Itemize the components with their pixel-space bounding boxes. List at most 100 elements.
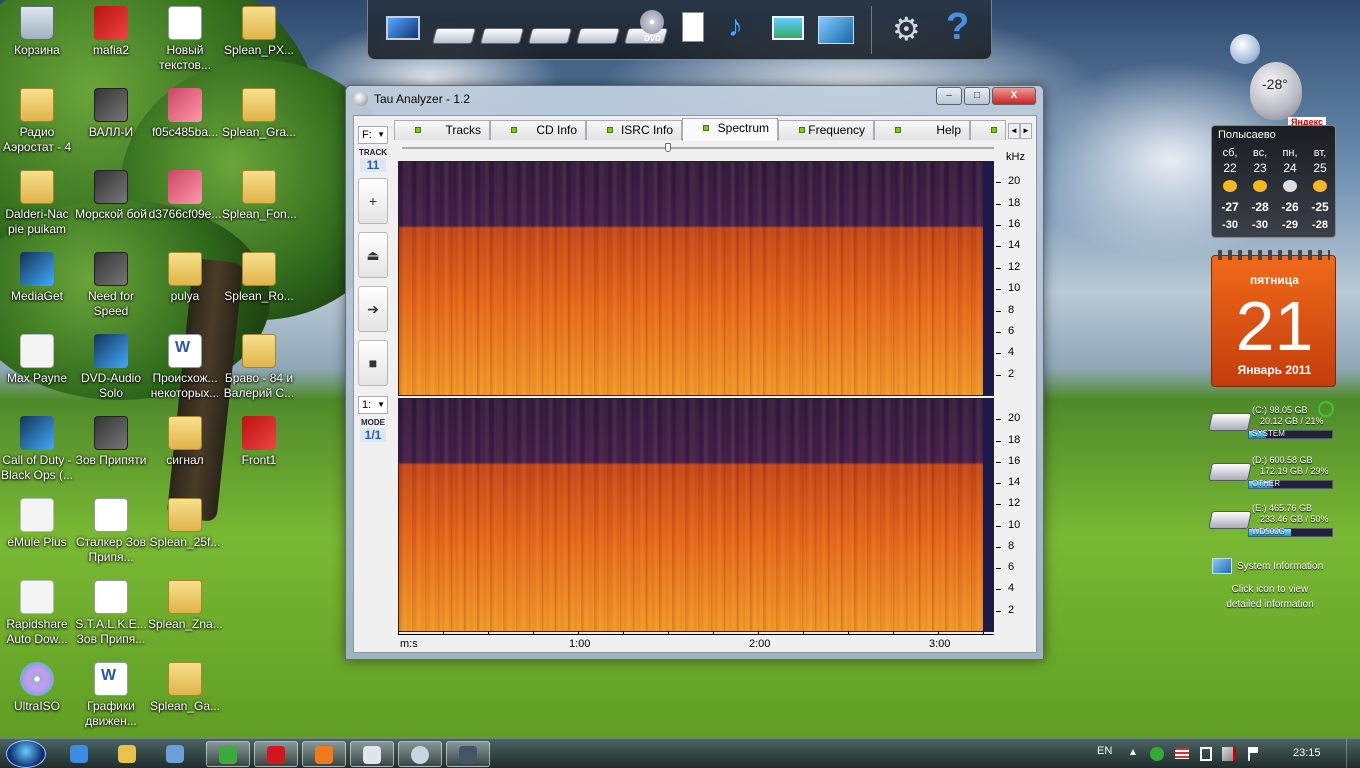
- desktop-icon[interactable]: Splean_Fon...: [222, 170, 297, 222]
- pictures-icon[interactable]: [766, 8, 810, 52]
- tray-device-icon[interactable]: [1200, 747, 1212, 761]
- desktop-icon[interactable]: Front1: [222, 416, 296, 468]
- forecast-weekday: вт,: [1313, 147, 1327, 159]
- desktop-icon[interactable]: Морской бой: [74, 170, 148, 222]
- time-axis: m:s 1:00 2:00 3:00: [398, 631, 994, 652]
- file-icon: [94, 498, 128, 532]
- minimize-button[interactable]: –: [936, 87, 962, 105]
- gear-icon[interactable]: ⚙: [886, 8, 930, 52]
- taskbar-button[interactable]: [254, 741, 298, 767]
- clock[interactable]: 23:15: [1293, 747, 1321, 759]
- calendar-gadget[interactable]: пятница 21 Январь 2011: [1211, 250, 1336, 387]
- tab-overflow[interactable]: [970, 120, 1006, 140]
- desktop-icon[interactable]: f05c485ba...: [148, 88, 222, 140]
- eject-button[interactable]: ⏏: [358, 232, 388, 278]
- desktop-icon[interactable]: d3766cf09e...: [148, 170, 222, 222]
- mode-select[interactable]: 1: ▼: [358, 396, 388, 414]
- desktop-icon[interactable]: mafia2: [74, 6, 148, 58]
- desktop-icon[interactable]: Радио Аэростат - 4: [0, 88, 74, 155]
- tab-help[interactable]: Help: [874, 120, 970, 140]
- drive-icon[interactable]: [526, 8, 573, 52]
- drive-icon[interactable]: [574, 8, 621, 52]
- drive-icon[interactable]: [430, 8, 477, 52]
- sysinfo-icon[interactable]: [1212, 558, 1232, 574]
- desktop-icon[interactable]: Max Payne: [0, 334, 74, 386]
- help-icon[interactable]: ?: [936, 6, 980, 52]
- desktop-icon[interactable]: ВАЛЛ-И: [74, 88, 148, 140]
- language-indicator[interactable]: EN: [1097, 745, 1112, 757]
- tray-chevron-icon[interactable]: ▲: [1128, 747, 1138, 758]
- tab-frequency[interactable]: Frequency: [778, 120, 874, 140]
- desktop-icon[interactable]: S.T.A.L.K.E... Зов Припя...: [74, 580, 148, 647]
- taskbar-button[interactable]: [106, 741, 150, 767]
- stop-button[interactable]: ■: [358, 340, 388, 386]
- freq-tick-mark: [996, 419, 1001, 421]
- tab-spectrum[interactable]: Spectrum: [682, 118, 778, 141]
- tab-scroll-left-icon[interactable]: ◄: [1008, 123, 1020, 139]
- taskbar-button[interactable]: [302, 741, 346, 767]
- desktop-icon[interactable]: Splean_Zna...: [148, 580, 223, 632]
- desktop-icon[interactable]: DVD-Audio Solo: [74, 334, 148, 401]
- desktop-icon[interactable]: Rapidshare Auto Dow...: [0, 580, 74, 647]
- dvd-drive-icon[interactable]: DVD: [622, 8, 669, 52]
- desktop-icon[interactable]: Splean_Gra...: [222, 88, 296, 140]
- desktop-icon[interactable]: Dalderi-Nac pie puikam: [0, 170, 74, 237]
- desktop-icon[interactable]: Новый текстов...: [148, 6, 222, 73]
- tab-cd-info[interactable]: CD Info: [490, 120, 586, 140]
- music-icon[interactable]: ♪: [718, 8, 762, 52]
- desktop-icon[interactable]: Splean_25f...: [148, 498, 222, 550]
- desktop-icon[interactable]: MediaGet: [0, 252, 74, 304]
- tab-scroll-right-icon[interactable]: ►: [1020, 123, 1032, 139]
- tray-network-icon[interactable]: [1222, 747, 1236, 761]
- taskbar-button[interactable]: [446, 741, 490, 767]
- slider-handle[interactable]: [665, 143, 671, 152]
- position-slider[interactable]: [402, 143, 994, 152]
- control-panel-icon[interactable]: [814, 8, 858, 52]
- desktop-icon[interactable]: eMule Plus: [0, 498, 74, 550]
- drive-entry[interactable]: (C:) 98.05 GB 20.12 GB / 21% SYSTEM: [1208, 405, 1335, 449]
- desktop-icon[interactable]: Call of Duty - Black Ops (...: [0, 416, 74, 483]
- blue-icon: [20, 416, 54, 450]
- desktop-icon[interactable]: Корзина: [0, 6, 74, 58]
- desktop-icon[interactable]: сигнал: [148, 416, 222, 468]
- plus-button[interactable]: +: [358, 178, 388, 224]
- drive-icon[interactable]: [478, 8, 525, 52]
- drive-select[interactable]: F: ▼: [358, 126, 388, 144]
- desktop-icon[interactable]: UltraISO: [0, 662, 74, 714]
- desktop-icon[interactable]: Браво - 84 и Валерий С...: [222, 334, 296, 401]
- tab-isrc-info[interactable]: ISRC Info: [586, 120, 682, 140]
- maximize-button[interactable]: □: [964, 87, 990, 105]
- drive-entry[interactable]: (E:) 465.76 GB 233.46 GB / 50% WD500G: [1208, 503, 1335, 547]
- tab-tracks[interactable]: Tracks: [394, 120, 490, 140]
- tray-flag-icon[interactable]: [1175, 748, 1189, 759]
- desktop-icon[interactable]: Происхож... некоторых...: [148, 334, 222, 401]
- desktop-icon[interactable]: Need for Speed: [74, 252, 148, 319]
- freq-tick-label: 2: [1008, 603, 1015, 616]
- computer-icon[interactable]: [382, 8, 426, 52]
- show-desktop-button[interactable]: [1346, 739, 1360, 768]
- tau-analyzer-window[interactable]: Tau Analyzer - 1.2 – □ X F: ▼ TRACK 11 +…: [345, 85, 1044, 660]
- start-button[interactable]: [6, 740, 46, 768]
- desktop-icon[interactable]: Сталкер Зов Припя...: [74, 498, 148, 565]
- taskbar-button[interactable]: [206, 741, 250, 767]
- close-button[interactable]: X: [992, 87, 1036, 105]
- desktop-icon[interactable]: pulya: [148, 252, 222, 304]
- taskbar-button[interactable]: [58, 741, 102, 767]
- tray-action-center-icon[interactable]: [1248, 747, 1258, 761]
- desktop-icon[interactable]: Splean_Ga...: [148, 662, 222, 714]
- taskbar-button[interactable]: [398, 741, 442, 767]
- forecast-high: -28: [1251, 200, 1269, 214]
- play-button[interactable]: ➔: [358, 286, 388, 332]
- document-icon[interactable]: [670, 8, 714, 52]
- time-tick-mark: [578, 631, 579, 635]
- desktop-icon[interactable]: Splean_PX...: [222, 6, 296, 58]
- taskbar-button[interactable]: [154, 741, 198, 767]
- freq-tick-label: 10: [1008, 518, 1021, 531]
- desktop-icon-label: S.T.A.L.K.E... Зов Припя...: [75, 617, 147, 646]
- desktop-icon[interactable]: Зов Припяти: [74, 416, 148, 468]
- drive-entry[interactable]: (D:) 600.58 GB 172.19 GB / 29% OTHER: [1208, 455, 1335, 499]
- desktop-icon[interactable]: Графики движен...: [74, 662, 148, 729]
- taskbar-button[interactable]: [350, 741, 394, 767]
- tray-utorrent-icon[interactable]: [1150, 747, 1164, 761]
- desktop-icon[interactable]: Splean_Ro...: [222, 252, 296, 304]
